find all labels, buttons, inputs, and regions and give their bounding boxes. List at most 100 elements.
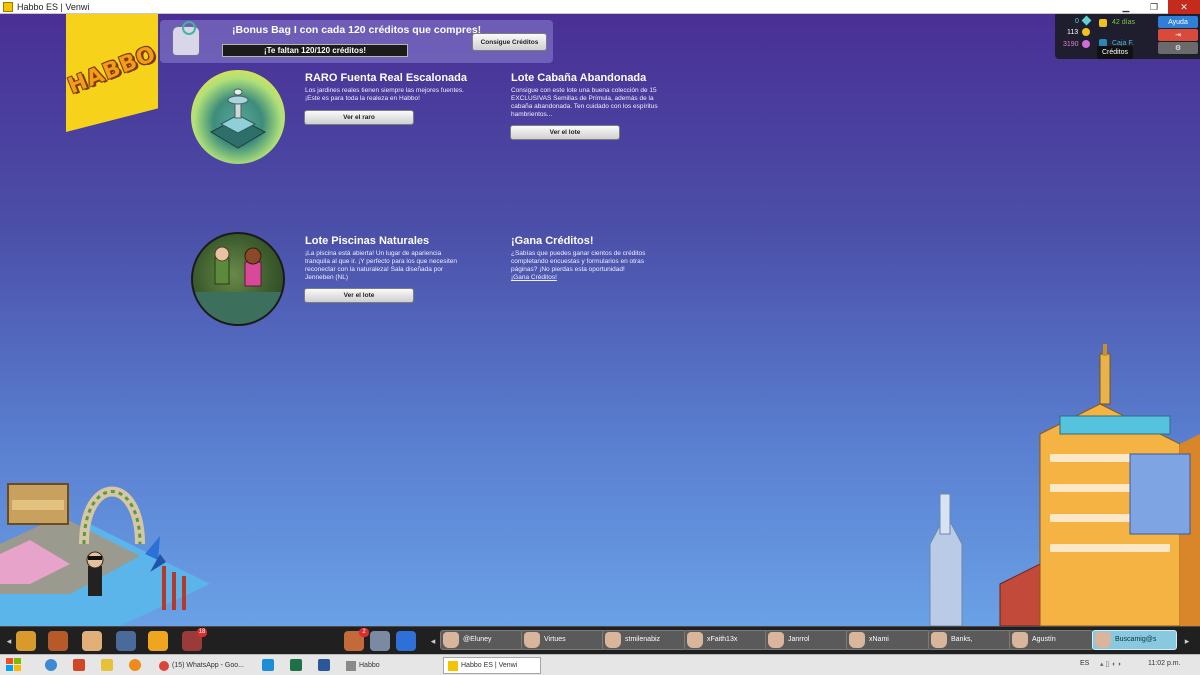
friend-avatar (768, 632, 784, 648)
city-skyline-decoration (929, 344, 1200, 626)
promo-title-pools: Lote Piscinas Naturales (305, 235, 430, 247)
friend-name: Virtues (544, 636, 566, 643)
windows-logo-icon (6, 658, 21, 671)
friend-slot[interactable]: Agustín (1009, 630, 1094, 650)
get-credits-button[interactable]: Consigue Créditos (472, 33, 547, 51)
bonus-bag-title: ¡Bonus Bag I con cada 120 créditos que c… (232, 24, 482, 36)
logout-button[interactable]: ⇥ (1158, 29, 1198, 41)
friends-next-arrow-icon[interactable]: ▸ (1182, 631, 1192, 651)
fountain-rare-image (191, 70, 285, 164)
excel-icon[interactable] (290, 659, 302, 671)
taskbar-chrome-whatsapp[interactable]: (15) WhatsApp - Goo... (155, 657, 251, 674)
friend-slot[interactable]: xFaith13x (684, 630, 769, 650)
friend-avatar (1012, 632, 1028, 648)
friend-slot[interactable]: Banks, (928, 630, 1013, 650)
start-icon[interactable] (6, 658, 22, 672)
notification-badge: 18 (197, 628, 207, 637)
friend-avatar (443, 632, 459, 648)
taskbar-habbo[interactable]: Habbo (342, 657, 438, 674)
friend-slot[interactable]: Virtues (521, 630, 606, 650)
bonus-progress-bar: ¡Te faltan 120/120 créditos! (222, 44, 408, 57)
friend-name: Banks, (951, 636, 973, 643)
bonus-progress-text: ¡Te faltan 120/120 créditos! (263, 46, 367, 55)
natural-pools-image (191, 232, 285, 326)
club-days[interactable]: 42 días (1112, 19, 1135, 26)
settings-button[interactable]: ⚙ (1158, 42, 1198, 54)
powerpoint-icon[interactable] (73, 659, 85, 671)
navigator-icon[interactable] (48, 631, 68, 651)
input-language[interactable]: ES (1080, 660, 1089, 667)
friend-avatar (524, 632, 540, 648)
minimize-button[interactable]: ▁ (1112, 0, 1140, 14)
friend-name: Janrrol (788, 636, 810, 643)
friend-request-badge: 2 (359, 628, 369, 637)
taskbar-habbo-es[interactable]: Habbo ES | Venwi (443, 657, 541, 674)
task-label: Habbo ES | Venwi (461, 662, 518, 669)
window-controls: ▁ ❐ ✕ (1112, 0, 1200, 14)
friend-name: Buscamig@s (1115, 636, 1157, 643)
friends-icon[interactable]: 2 (344, 628, 369, 651)
garden-scene-decoration (0, 483, 210, 626)
game-toolbar: ◂ 18 2 ◂ @Eluney Virtues stmilenabiz xFa… (0, 626, 1200, 654)
friend-slot[interactable]: stmilenabiz (602, 630, 687, 650)
restore-button[interactable]: ❐ (1140, 0, 1168, 14)
diamonds-count: 0 (1075, 18, 1079, 25)
credits-count[interactable]: 113 (1067, 29, 1078, 36)
friend-slot[interactable]: xNami (846, 630, 931, 650)
friend-slot[interactable]: Janrrol (765, 630, 850, 650)
exit-icon: ⇥ (1175, 32, 1181, 39)
bonus-bag-icon (172, 21, 200, 56)
friend-name: Agustín (1032, 636, 1056, 643)
ducket-icon (1082, 40, 1090, 48)
friend-avatar (605, 632, 621, 648)
club-icon (1099, 19, 1107, 27)
help-button[interactable]: Ayuda (1158, 16, 1198, 28)
builders-club-icon[interactable] (148, 631, 168, 651)
friend-name: xNami (869, 636, 889, 643)
folder-icon[interactable] (101, 659, 113, 671)
friend-avatar (931, 632, 947, 648)
promo-title-earn-credits: ¡Gana Créditos! (511, 235, 594, 247)
habbo-icon (448, 660, 458, 671)
media-player-icon[interactable] (129, 659, 141, 671)
view-pools-lot-button[interactable]: Ver el lote (304, 288, 414, 303)
habbo-logo: HABBO (64, 41, 160, 100)
alert-icon[interactable] (396, 631, 416, 651)
search-friends-icon[interactable] (370, 631, 390, 651)
friend-slot-find-friends[interactable]: Buscamig@s (1092, 630, 1177, 650)
task-label: Habbo (359, 662, 380, 669)
promo-desc-pools: ¡La piscina está abierta! Un lugar de ap… (305, 250, 458, 281)
chrome-icon (159, 660, 169, 671)
view-rare-button[interactable]: Ver el raro (304, 110, 414, 125)
promo-desc-cabin: Consigue con este lote una buena colecci… (511, 87, 658, 118)
inventory-icon[interactable] (116, 631, 136, 651)
duckets-count: 3190 (1063, 41, 1079, 48)
friend-name: stmilenabiz (625, 636, 661, 643)
hotel-view-icon[interactable] (16, 631, 36, 651)
clock[interactable]: 11:02 p.m. (1148, 660, 1181, 667)
window-titlebar: Habbo ES | Venwi ▁ ❐ ✕ (0, 0, 1200, 14)
credits-tooltip: Créditos (1097, 46, 1133, 59)
app-icon (346, 660, 356, 671)
fountain-icon (209, 88, 267, 149)
catalog-icon[interactable] (82, 631, 102, 651)
game-viewport: HABBO ¡Bonus Bag I con cada 120 créditos… (0, 14, 1200, 626)
edge-icon[interactable] (262, 659, 274, 671)
os-taskbar: (15) WhatsApp - Goo... Habbo Habbo ES | … (0, 654, 1200, 675)
close-button[interactable]: ✕ (1168, 0, 1200, 14)
friend-slot[interactable]: @Eluney (440, 630, 525, 650)
promo-desc-earn-credits: ¿Sabías que puedes ganar cientos de créd… (511, 250, 646, 273)
pool-scene-icon (193, 246, 283, 324)
friend-avatar (1095, 632, 1111, 648)
word-icon[interactable] (318, 659, 330, 671)
earn-credits-link[interactable]: ¡Gana Créditos! (511, 274, 557, 281)
bonus-bag-panel: ¡Bonus Bag I con cada 120 créditos que c… (160, 20, 553, 63)
tray-icons[interactable]: ▴ ▯ ◖ ◗ (1100, 660, 1122, 668)
avatar-menu-icon[interactable]: 18 (182, 628, 207, 651)
task-label: (15) WhatsApp - Goo... (172, 662, 244, 669)
collapse-toolbar-icon[interactable]: ◂ (4, 631, 14, 651)
friends-prev-arrow-icon[interactable]: ◂ (428, 631, 438, 651)
friend-name: @Eluney (463, 636, 492, 643)
view-cabin-lot-button[interactable]: Ver el lote (510, 125, 620, 140)
ie-icon[interactable] (45, 659, 57, 671)
